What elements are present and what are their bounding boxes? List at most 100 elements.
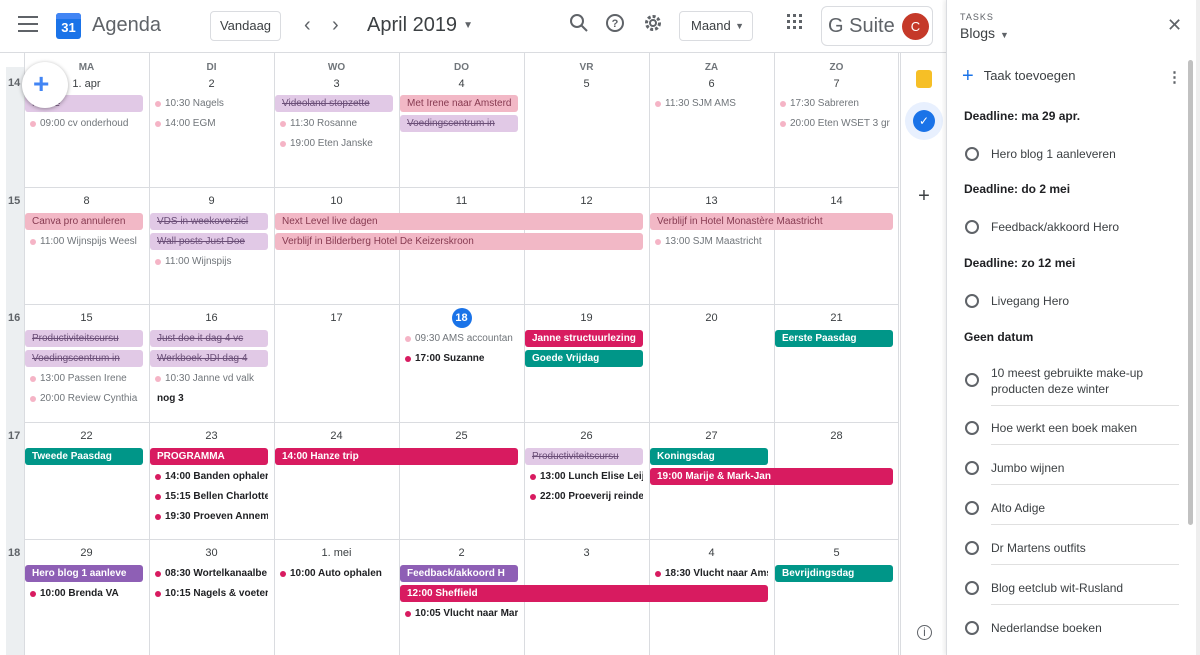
task-item[interactable]: Feedback/akkoord Hero: [964, 219, 1188, 249]
calendar-event[interactable]: 10:30 Janne vd valk: [150, 370, 268, 387]
scrollbar-thumb[interactable]: [1188, 60, 1193, 525]
day-number[interactable]: 6: [649, 78, 774, 90]
today-button[interactable]: Vandaag: [210, 11, 281, 41]
help-icon[interactable]: ?: [605, 13, 629, 37]
day-number[interactable]: 5: [774, 547, 899, 559]
calendar-event[interactable]: 13:00 Lunch Elise Leij: [525, 468, 643, 485]
day-number[interactable]: 19: [524, 312, 649, 324]
day-number[interactable]: 23: [149, 430, 274, 442]
calendar-event[interactable]: Verblijf in Bilderberg Hotel De Keizersk…: [275, 233, 643, 250]
task-item[interactable]: Nederlandse boeken: [964, 620, 1188, 650]
calendar-event[interactable]: VDS in weekoverzicl: [150, 213, 268, 230]
calendar-event[interactable]: Janne structuurlezing: [525, 330, 643, 347]
task-item[interactable]: Livegang Hero: [964, 293, 1188, 323]
task-checkbox[interactable]: [965, 421, 979, 435]
close-icon[interactable]: ✕: [1167, 15, 1182, 36]
info-icon[interactable]: i: [917, 625, 932, 640]
task-checkbox[interactable]: [965, 621, 979, 635]
add-addon-icon[interactable]: +: [914, 186, 934, 206]
calendar-event[interactable]: Feedback/akkoord H: [400, 565, 518, 582]
day-number[interactable]: 8: [24, 195, 149, 207]
day-number[interactable]: 20: [649, 312, 774, 324]
calendar-event[interactable]: 15:15 Bellen Charlotte: [150, 488, 268, 505]
calendar-event[interactable]: Next Level live dagen: [275, 213, 643, 230]
task-checkbox[interactable]: [965, 501, 979, 515]
day-number[interactable]: 24: [274, 430, 399, 442]
calendar-event[interactable]: 10:05 Vlucht naar Mar: [400, 605, 518, 622]
calendar-event[interactable]: 10:00 Auto ophalen: [275, 565, 393, 582]
task-item[interactable]: Jumbo wijnen: [964, 460, 1188, 490]
period-selector[interactable]: April 2019 ▼: [367, 14, 473, 37]
calendar-event[interactable]: Hero blog 1 aanleve: [25, 565, 143, 582]
calendar-event[interactable]: 14:00 Banden ophaler: [150, 468, 268, 485]
create-button[interactable]: +: [22, 62, 68, 108]
day-number[interactable]: 3: [524, 547, 649, 559]
calendar-event[interactable]: 13:00 SJM Maastricht: [650, 233, 768, 250]
day-number[interactable]: 21: [774, 312, 899, 324]
day-number[interactable]: 26: [524, 430, 649, 442]
calendar-event[interactable]: 11:30 SJM AMS: [650, 95, 768, 112]
calendar-event[interactable]: 14:00 EGM: [150, 115, 268, 132]
day-number[interactable]: 2: [399, 547, 524, 559]
view-selector[interactable]: Maand ▼: [679, 11, 753, 41]
day-number[interactable]: 1. mei: [274, 547, 399, 559]
calendar-event[interactable]: Productiviteitscursu: [25, 330, 143, 347]
today-day-number[interactable]: 18: [399, 308, 524, 328]
calendar-event[interactable]: 20:00 Review Cynthia: [25, 390, 143, 407]
task-item[interactable]: Hero blog 1 aanleveren: [964, 146, 1188, 176]
tasks-icon[interactable]: ✓: [913, 110, 935, 132]
calendar-event[interactable]: 11:30 Rosanne: [275, 115, 393, 132]
day-number[interactable]: 13: [649, 195, 774, 207]
day-number[interactable]: 22: [24, 430, 149, 442]
task-item[interactable]: Alto Adige: [964, 500, 1188, 530]
calendar-event[interactable]: 19:00 Marije & Mark-Jan: [650, 468, 893, 485]
task-checkbox[interactable]: [965, 294, 979, 308]
day-number[interactable]: 11: [399, 195, 524, 207]
calendar-event[interactable]: 17:00 Suzanne: [400, 350, 518, 367]
day-number[interactable]: 30: [149, 547, 274, 559]
calendar-event[interactable]: Eerste Paasdag: [775, 330, 893, 347]
calendar-event[interactable]: 22:00 Proeverij reinde: [525, 488, 643, 505]
day-number[interactable]: 7: [774, 78, 899, 90]
task-item[interactable]: Hoe werkt een boek maken: [964, 420, 1188, 450]
calendar-event[interactable]: 10:00 Brenda VA: [25, 585, 143, 602]
calendar-event[interactable]: 09:00 cv onderhoud: [25, 115, 143, 132]
task-list-selector[interactable]: Blogs ▼: [960, 25, 1009, 41]
calendar-event[interactable]: 11:00 Wijnspijs: [150, 253, 268, 270]
calendar-event[interactable]: 09:30 AMS accountan: [400, 330, 518, 347]
more-events-link[interactable]: nog 3: [157, 393, 184, 404]
day-number[interactable]: 25: [399, 430, 524, 442]
day-number[interactable]: 10: [274, 195, 399, 207]
calendar-event[interactable]: Voedingscentrum in: [400, 115, 518, 132]
day-number[interactable]: 15: [24, 312, 149, 324]
calendar-event[interactable]: Canva pro annuleren: [25, 213, 143, 230]
day-number[interactable]: 17: [274, 312, 399, 324]
day-number[interactable]: 3: [274, 78, 399, 90]
day-number[interactable]: 16: [149, 312, 274, 324]
apps-grid-icon[interactable]: [786, 13, 810, 37]
task-item[interactable]: 10 meest gebruikte make-up producten dez…: [964, 365, 1188, 406]
calendar-event[interactable]: Voedingscentrum in: [25, 350, 143, 367]
avatar[interactable]: C: [902, 13, 929, 40]
main-menu-icon[interactable]: [18, 16, 38, 32]
calendar-event[interactable]: 10:15 Nagels & voeter: [150, 585, 268, 602]
calendar-event[interactable]: Koningsdag: [650, 448, 768, 465]
calendar-event[interactable]: 19:00 Eten Janske: [275, 135, 393, 152]
calendar-event[interactable]: Werkboek JDI dag 4: [150, 350, 268, 367]
calendar-event[interactable]: Just doe it dag 4 vc: [150, 330, 268, 347]
calendar-event[interactable]: Met Irene naar Amsterd: [400, 95, 518, 112]
settings-icon[interactable]: [643, 13, 667, 37]
calendar-event[interactable]: Bevrijdingsdag: [775, 565, 893, 582]
day-number[interactable]: 4: [649, 547, 774, 559]
calendar-event[interactable]: 12:00 Sheffield: [400, 585, 768, 602]
calendar-event[interactable]: 17:30 Sabreren: [775, 95, 893, 112]
calendar-event[interactable]: Wall posts Just Doe: [150, 233, 268, 250]
day-number[interactable]: 12: [524, 195, 649, 207]
calendar-event[interactable]: Videoland stopzette: [275, 95, 393, 112]
task-checkbox[interactable]: [965, 581, 979, 595]
calendar-event[interactable]: 19:30 Proeven Annem: [150, 508, 268, 525]
day-number[interactable]: 2: [149, 78, 274, 90]
more-options-icon[interactable]: ⋮: [1167, 68, 1182, 86]
task-checkbox[interactable]: [965, 373, 979, 387]
calendar-event[interactable]: 10:30 Nagels: [150, 95, 268, 112]
